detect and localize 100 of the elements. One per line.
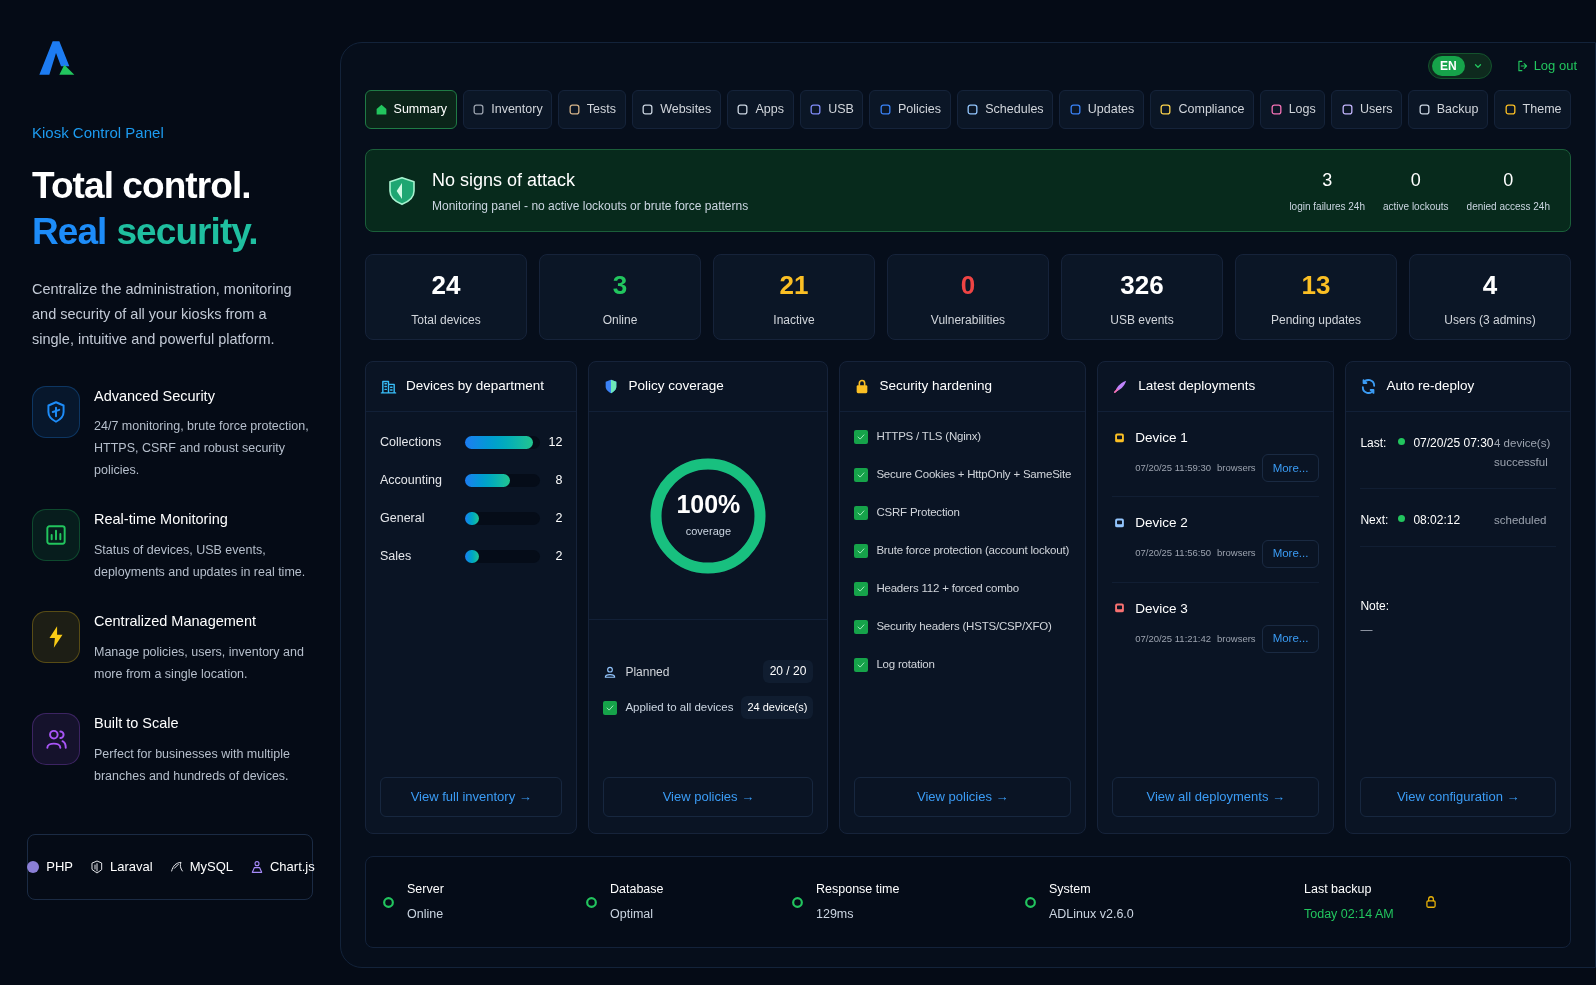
caret-icon <box>1472 61 1483 71</box>
check-label: Headers 112 + forced combo <box>876 581 1019 597</box>
card-title: Latest deployments <box>1138 377 1256 396</box>
field-note: scheduled <box>1494 513 1548 528</box>
status-value: Today 02:14 AM <box>1304 906 1394 923</box>
logout-link[interactable]: Log out <box>1533 56 1577 76</box>
building-icon <box>380 378 397 395</box>
tab[interactable]: Policies <box>869 90 951 129</box>
tech-logo-icon <box>25 859 42 875</box>
note-value: — <box>1360 622 1374 639</box>
applied-label: Applied to all devices <box>625 699 734 715</box>
tech-logo-icon <box>168 859 185 875</box>
stat-label: USB events <box>1110 311 1174 329</box>
checkbox[interactable] <box>854 430 869 444</box>
logout-icon <box>1515 59 1530 73</box>
deploy-tag: browsers <box>1217 546 1256 561</box>
card-title: Policy coverage <box>628 377 724 396</box>
card-title: Auto re-deploy <box>1386 377 1475 396</box>
device-name: Device 1 <box>1135 429 1188 447</box>
more-button[interactable]: More... <box>1261 624 1320 653</box>
feature-title: Built to Scale <box>94 713 180 733</box>
lock-icon <box>1423 895 1438 909</box>
check-icon <box>856 546 867 556</box>
department-count: 2 <box>554 547 563 565</box>
tab[interactable]: Summary <box>365 90 457 129</box>
stat-value: 3 <box>612 268 628 302</box>
field-label: Last: <box>1360 435 1388 452</box>
tab-icon <box>879 103 892 116</box>
stat-value: 24 <box>431 268 461 302</box>
more-button[interactable]: More... <box>1261 454 1320 483</box>
tab[interactable]: Users <box>1331 90 1403 129</box>
tab-icon <box>1340 103 1354 116</box>
department-name: Accounting <box>380 471 443 489</box>
tab[interactable]: USB <box>799 90 864 129</box>
checkbox[interactable] <box>854 620 869 634</box>
check-icon <box>856 470 867 480</box>
status-value: 129ms <box>816 906 855 923</box>
feature-text: Perfect for businesses with multiple branches and hundreds of devices. <box>94 745 291 785</box>
checkbox[interactable] <box>854 544 869 558</box>
field-label: Next: <box>1360 512 1390 529</box>
checkbox[interactable] <box>603 700 618 715</box>
check-icon <box>856 432 867 442</box>
more-button[interactable]: More... <box>1261 539 1320 568</box>
check-icon <box>856 508 867 518</box>
counter-value: 0 <box>1503 169 1514 192</box>
tab[interactable]: Inventory <box>462 90 553 129</box>
checkbox[interactable] <box>854 506 869 520</box>
stat-label: Users (3 admins) <box>1444 311 1536 329</box>
tab[interactable]: Tests <box>558 90 626 129</box>
stat-label: Pending updates <box>1270 311 1362 329</box>
device-name: Device 2 <box>1135 514 1188 533</box>
tab[interactable]: Theme <box>1494 90 1572 129</box>
department-count: 8 <box>554 471 563 489</box>
status-label: Database <box>610 881 664 899</box>
tab[interactable]: Websites <box>631 90 721 129</box>
counter-label: denied access 24h <box>1466 200 1550 214</box>
deploy-tag: browsers <box>1217 461 1256 476</box>
tab-icon <box>966 103 980 116</box>
field-value: 08:02:12 <box>1413 512 1462 529</box>
feature-title: Advanced Security <box>94 386 216 406</box>
status-label: Last backup <box>1304 881 1373 899</box>
language-code: EN <box>1431 56 1465 76</box>
planned-value: 20 / 20 <box>762 660 814 683</box>
tab[interactable]: Schedules <box>956 90 1054 129</box>
link-button[interactable]: View all deployments → <box>1112 777 1320 817</box>
tab-icon <box>1417 103 1431 116</box>
checkbox[interactable] <box>854 468 869 482</box>
tab[interactable]: Apps <box>726 90 794 129</box>
alert-title: No signs of attack <box>432 168 577 192</box>
stat-label: Vulnerabilities <box>930 311 1006 329</box>
deploy-time: 07/20/25 11:21:42 <box>1135 631 1212 646</box>
card-title: Devices by department <box>406 377 545 396</box>
tech-label: Chart.js <box>269 858 315 877</box>
link-button[interactable]: View policies → <box>603 777 814 817</box>
tech-label: PHP <box>46 858 73 877</box>
tab[interactable]: Logs <box>1260 90 1326 129</box>
note-label: Note: <box>1360 598 1391 615</box>
tab[interactable]: Updates <box>1059 90 1144 129</box>
link-button[interactable]: View full inventory → <box>380 777 563 817</box>
link-button[interactable]: View configuration → <box>1360 777 1556 817</box>
status-ring-icon <box>382 895 395 909</box>
tech-label: Laraval <box>110 858 153 877</box>
status-label: Response time <box>816 881 900 899</box>
field-value: 07/20/25 07:30 <box>1413 435 1494 452</box>
stat-value: 13 <box>1301 268 1331 302</box>
department-name: Collections <box>380 433 443 451</box>
checkbox[interactable] <box>854 582 869 596</box>
stat-label: Online <box>602 311 638 329</box>
link-button[interactable]: View policies → <box>854 777 1072 817</box>
tech-label: MySQL <box>189 858 233 877</box>
alert-text: Monitoring panel - no active lockouts or brute force patterns <box>432 197 750 215</box>
tab[interactable]: Compliance <box>1149 90 1255 129</box>
check-icon <box>856 660 867 670</box>
deploy-tag: browsers <box>1217 631 1256 646</box>
checkbox[interactable] <box>854 658 869 672</box>
feature-title: Centralized Management <box>94 612 257 631</box>
status-value: ADLinux v2.6.0 <box>1049 906 1134 923</box>
tab[interactable]: Backup <box>1408 90 1488 129</box>
counter-value: 0 <box>1410 169 1421 192</box>
status-label: System <box>1049 881 1092 899</box>
